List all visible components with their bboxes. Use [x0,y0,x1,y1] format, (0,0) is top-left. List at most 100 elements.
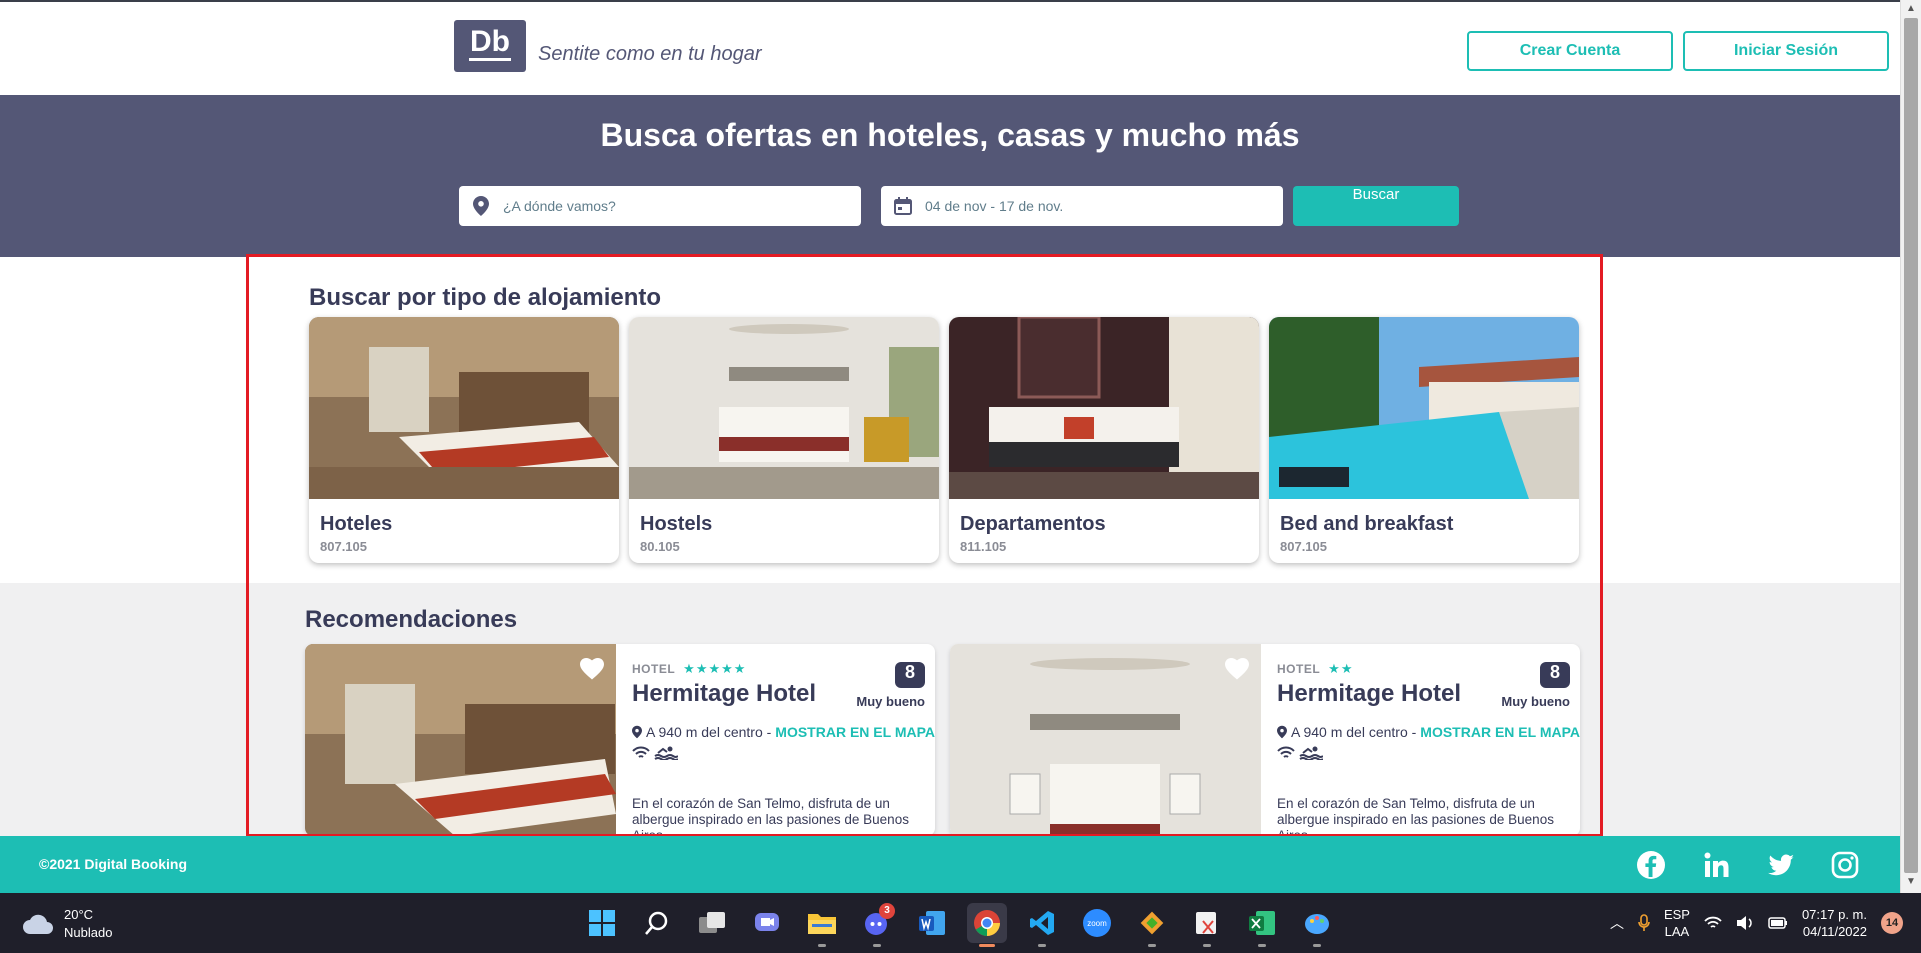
star-rating: ★★★★★ [683,661,747,676]
file-explorer-button[interactable] [802,903,842,947]
microphone-icon[interactable] [1638,914,1650,932]
facebook-icon[interactable] [1636,850,1666,880]
notification-badge: 3 [879,903,895,919]
type-name: Departamentos [960,513,1106,535]
weather-widget[interactable]: 20°C Nublado [22,906,112,942]
date-range-input[interactable]: 04 de nov - 17 de nov. [881,186,1283,226]
excel-button[interactable] [1242,903,1282,947]
amenities [1277,746,1323,760]
twitter-icon[interactable] [1766,850,1796,880]
running-indicator [1148,944,1156,947]
discord-button[interactable]: 3 [857,903,897,947]
heart-icon[interactable] [1225,658,1249,680]
apartment-room-image [949,317,1259,499]
show-map-link[interactable]: MOSTRAR EN EL MAPA [1420,724,1580,740]
copyright: ©2021 Digital Booking [39,856,188,872]
language-code: ESP [1663,907,1690,922]
paint-button[interactable] [1297,903,1337,947]
type-card-hostels[interactable]: Hostels 80.105 [629,317,939,563]
word-button[interactable] [912,903,952,943]
create-account-button[interactable]: Crear Cuenta [1467,31,1673,71]
search-button[interactable] [637,903,677,943]
notification-count-badge[interactable]: 14 [1881,912,1903,934]
excel-icon [1249,911,1275,935]
hotel-image [950,644,1261,836]
running-indicator [1203,944,1211,947]
location-pin-icon [1277,725,1287,739]
logo[interactable]: Db [454,20,526,72]
time: 07:17 p. m. [1801,907,1867,922]
slogan: Sentite como en tu hogar [538,43,762,65]
scrollbar[interactable]: ▲ ▼ [1900,0,1921,893]
search-section: Busca ofertas en hoteles, casas y mucho … [0,95,1900,257]
clock[interactable]: 07:17 p. m. 04/11/2022 [1802,906,1867,940]
paint-icon [1305,914,1329,934]
search-button[interactable]: Buscar [1293,186,1459,226]
search-icon [645,911,668,935]
recommendation-card[interactable]: HOTEL ★★★★★ Hermitage Hotel 8 Muy bueno A… [305,644,935,836]
language-indicator[interactable]: ESP LAA [1664,906,1690,940]
scroll-up-arrow-icon[interactable]: ▲ [1906,3,1916,14]
word-icon [919,911,945,935]
scroll-down-arrow-icon[interactable]: ▼ [1906,876,1916,887]
teams-chat-button[interactable] [747,903,787,943]
date: 04/11/2022 [1802,924,1867,939]
weather-status: Nublado [64,925,113,940]
zoom-button[interactable]: zoom [1077,903,1117,943]
show-map-link[interactable]: MOSTRAR EN EL MAPA [775,724,935,740]
hostel-room-image [629,317,939,499]
location-line: A 940 m del centro - MOSTRAR EN EL MAPA [1277,724,1580,740]
location-text: A 940 m del centro - [646,724,772,740]
wifi-icon [1277,746,1295,758]
running-indicator [1258,944,1266,947]
type-count: 80.105 [640,539,680,554]
chrome-button[interactable] [967,903,1007,947]
git-client-button[interactable] [1132,903,1172,947]
date-range-value: 04 de nov - 17 de nov. [925,198,1064,214]
instagram-icon[interactable] [1830,850,1860,880]
folder-icon [808,914,836,934]
type-card-departamentos[interactable]: Departamentos 811.105 [949,317,1259,563]
score-label: Muy bueno [856,694,925,709]
pool-villa-image [1269,317,1579,499]
type-card-hoteles[interactable]: Hoteles 807.105 [309,317,619,563]
battery-icon[interactable] [1768,916,1788,930]
running-indicator [873,944,881,947]
zoom-icon: zoom [1083,909,1111,937]
start-button[interactable] [582,903,622,943]
running-indicator [1313,944,1321,947]
category-label: HOTEL [1277,662,1321,676]
recommendation-card[interactable]: HOTEL ★★ Hermitage Hotel 8 Muy bueno A 94… [950,644,1580,836]
pool-icon [1299,746,1323,760]
linkedin-icon[interactable] [1702,850,1732,880]
snipping-tool-button[interactable] [1187,903,1227,947]
cloud-icon [23,914,53,934]
heart-icon[interactable] [580,658,604,680]
hotel-description: En el corazón de San Telmo, disfruta de … [632,796,909,836]
snipping-tool-icon [1196,912,1216,934]
type-card-bed-and-breakfast[interactable]: Bed and breakfast 807.105 [1269,317,1579,563]
type-name: Bed and breakfast [1280,513,1454,535]
location-text: A 940 m del centro - [1291,724,1417,740]
scrollbar-thumb[interactable] [1904,18,1918,873]
type-count: 811.105 [960,539,1007,554]
task-view-button[interactable] [692,903,732,943]
login-button[interactable]: Iniciar Sesión [1683,31,1889,71]
system-tray: ︿ ESP LAA 07:17 p. m. 04/11/2022 14 [1610,893,1921,953]
svg-text:zoom: zoom [1087,919,1107,928]
header: Db Sentite como en tu hogar Crear Cuenta… [0,0,1900,95]
amenities [632,746,678,760]
volume-icon[interactable] [1736,915,1754,931]
vscode-button[interactable] [1022,903,1062,947]
type-count: 807.105 [320,539,367,554]
chevron-up-icon[interactable]: ︿ [1610,913,1624,933]
pool-icon [654,746,678,760]
star-rating: ★★ [1328,661,1354,676]
wifi-icon[interactable] [1704,916,1722,930]
destination-input[interactable]: ¿A dónde vamos? [459,186,861,226]
recommendations-title: Recomendaciones [305,606,518,633]
keyboard-layout: LAA [1664,924,1690,939]
search-title: Busca ofertas en hoteles, casas y mucho … [600,117,1300,153]
vscode-icon [1030,911,1054,935]
temperature: 20°C [64,907,94,922]
